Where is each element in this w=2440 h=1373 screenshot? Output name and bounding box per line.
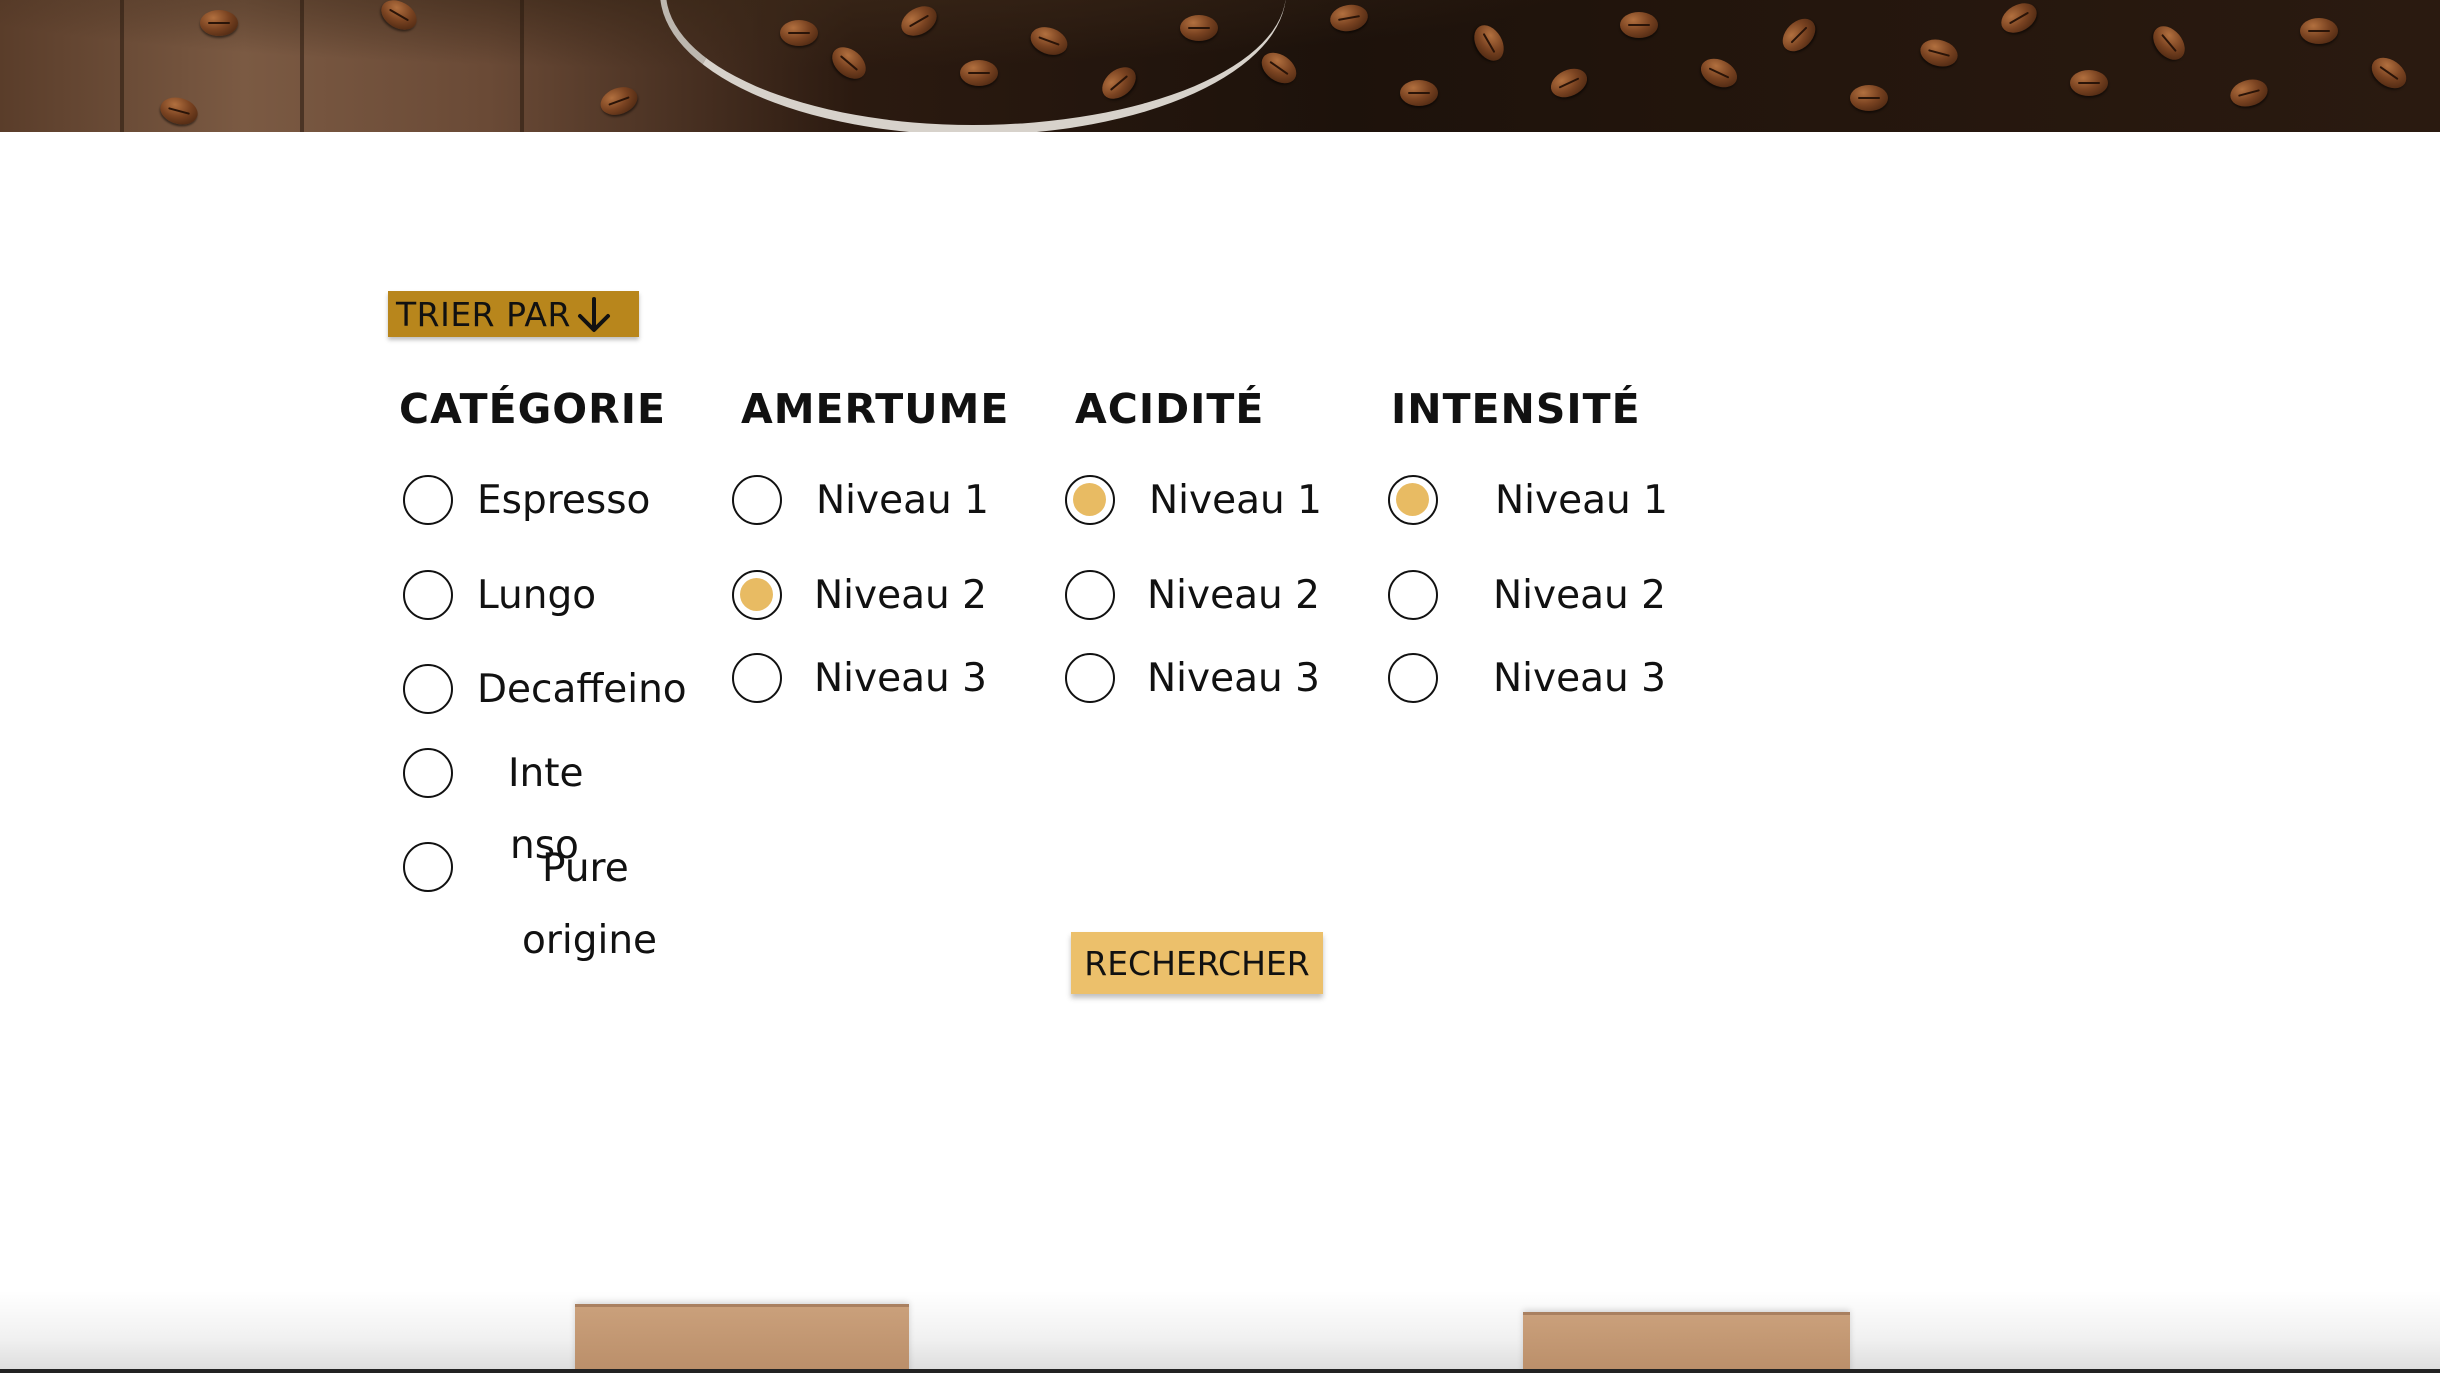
intensity-title: INTENSITÉ [1391, 385, 1641, 433]
intensity-radio-niveau-1[interactable] [1388, 475, 1438, 525]
divider [0, 1369, 2440, 1373]
category-title: CATÉGORIE [399, 385, 666, 433]
acidity-radio-niveau-3[interactable] [1065, 653, 1115, 703]
category-option-label: Pure [542, 846, 629, 891]
category-option-label: Inte [508, 751, 584, 796]
bitterness-radio-niveau-3[interactable] [732, 653, 782, 703]
product-card-image[interactable] [575, 1304, 909, 1373]
bitterness-option-label: Niveau 3 [814, 656, 987, 701]
bitterness-title: AMERTUME [741, 385, 1010, 433]
bitterness-radio-niveau-1[interactable] [732, 475, 782, 525]
acidity-radio-niveau-1[interactable] [1065, 475, 1115, 525]
hero-banner-image [0, 0, 2440, 132]
category-radio-intenso[interactable] [403, 748, 453, 798]
page: TRIER PAR CATÉGORIE Espresso Lungo Decaf… [0, 0, 2440, 1373]
product-list-shadow [0, 1290, 2440, 1373]
search-button[interactable]: RECHERCHER [1071, 932, 1323, 994]
acidity-title: ACIDITÉ [1075, 385, 1265, 433]
sort-button[interactable]: TRIER PAR [388, 291, 639, 337]
intensity-option-label: Niveau 2 [1493, 573, 1666, 618]
bitterness-option-label: Niveau 2 [814, 573, 987, 618]
intensity-radio-niveau-2[interactable] [1388, 570, 1438, 620]
product-card-image[interactable] [1523, 1312, 1850, 1373]
category-radio-espresso[interactable] [403, 475, 453, 525]
category-option-label: Espresso [477, 478, 651, 523]
category-option-label: Lungo [477, 573, 597, 618]
category-option-label: Decaffeino [477, 667, 687, 712]
sort-button-label: TRIER PAR [396, 294, 571, 334]
category-option-label: origine [522, 918, 658, 963]
acidity-option-label: Niveau 2 [1147, 573, 1320, 618]
intensity-option-label: Niveau 3 [1493, 656, 1666, 701]
arrow-down-icon [574, 297, 614, 333]
intensity-radio-niveau-3[interactable] [1388, 653, 1438, 703]
bitterness-option-label: Niveau 1 [816, 478, 989, 523]
acidity-option-label: Niveau 1 [1149, 478, 1322, 523]
bitterness-radio-niveau-2[interactable] [732, 570, 782, 620]
category-radio-lungo[interactable] [403, 570, 453, 620]
acidity-radio-niveau-2[interactable] [1065, 570, 1115, 620]
category-radio-pure-origine[interactable] [403, 842, 453, 892]
intensity-option-label: Niveau 1 [1495, 478, 1668, 523]
category-radio-decaffeino[interactable] [403, 664, 453, 714]
acidity-option-label: Niveau 3 [1147, 656, 1320, 701]
